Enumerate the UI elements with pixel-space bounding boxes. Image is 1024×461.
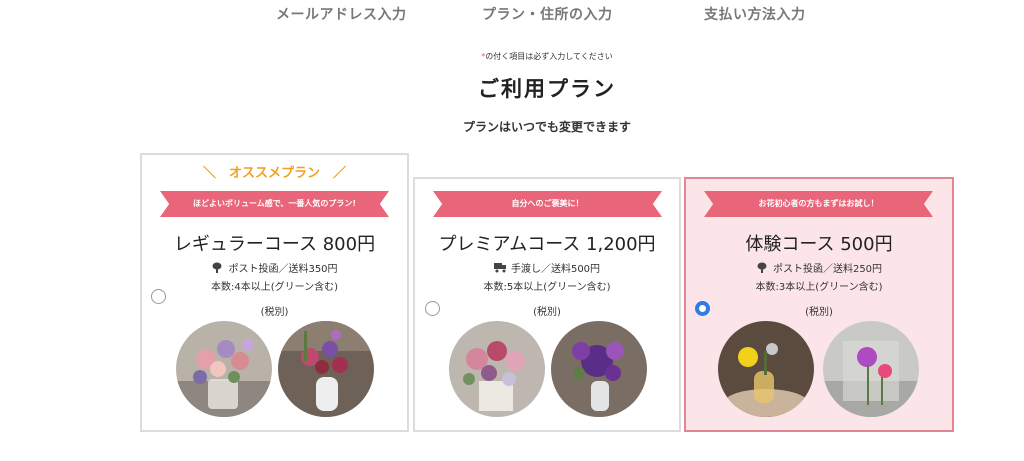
required-note: *の付く項目は必ず入力してください — [0, 51, 1024, 62]
plan-shipping-text: 手渡し／送料500円 — [510, 264, 601, 275]
plan-shipping-text: ポスト投函／送料250円 — [772, 264, 883, 275]
step-email: メールアドレス入力 — [276, 7, 407, 23]
plan-card-premium[interactable]: 自分へのご褒美に！ プレミアムコース 1,200円 手渡し／送料500円 本数:… — [413, 177, 681, 432]
plan-name: 体験コース 500円 — [745, 234, 893, 255]
plan-shipping: ポスト投函／送料250円 — [686, 260, 952, 275]
bouquet-photo — [176, 321, 272, 417]
required-note-text: の付く項目は必ず入力してください — [485, 52, 613, 61]
plan-name: プレミアムコース 1,200円 — [438, 234, 656, 255]
plan-tax: (税別) — [805, 307, 833, 318]
plan-card-trial[interactable]: お花初心者の方もまずはお試し！ 体験コース 500円 ポスト投函／送料250円 … — [684, 177, 954, 432]
plan-ribbon: お花初心者の方もまずはお試し！ — [704, 191, 933, 217]
step-plan-address: プラン・住所の入力 — [482, 7, 613, 23]
plan-radio-regular[interactable] — [151, 289, 166, 304]
plan-card-regular[interactable]: ＼ オススメプラン ／ ほどよいボリューム感で、一番人気のプラン! レギュラーコ… — [140, 153, 409, 432]
post-icon — [212, 262, 222, 273]
plan-stems: 本数:4本以上(グリーン含む) — [210, 282, 339, 293]
plan-name: レギュラーコース 800円 — [173, 234, 376, 255]
plan-tax: (税別) — [260, 307, 289, 318]
page-subtitle: プランはいつでも変更できます — [462, 120, 631, 134]
plan-shipping-text: ポスト投函／送料350円 — [228, 264, 338, 275]
bouquet-photo — [718, 321, 814, 417]
truck-icon — [493, 263, 506, 273]
bouquet-photo — [823, 321, 919, 417]
plan-stems: 本数:3本以上(グリーン含む) — [755, 282, 883, 293]
bouquet-photo — [449, 321, 545, 417]
post-icon — [757, 262, 767, 273]
page-title: ご利用プラン — [478, 77, 616, 101]
progress-steps: メールアドレス入力 プラン・住所の入力 支払い方法入力 — [0, 4, 1024, 26]
bouquet-photo — [551, 321, 647, 417]
plan-shipping: ポスト投函／送料350円 — [142, 260, 407, 275]
step-payment: 支払い方法入力 — [704, 7, 806, 23]
plan-ribbon: 自分へのご褒美に！ — [433, 191, 662, 217]
plan-shipping: 手渡し／送料500円 — [415, 260, 679, 275]
plan-tax: (税別) — [533, 307, 561, 318]
bouquet-photo — [278, 321, 374, 417]
recommend-label: ＼ オススメプラン ／ — [202, 166, 346, 181]
plan-stems: 本数:5本以上(グリーン含む) — [483, 282, 611, 293]
plan-ribbon: ほどよいボリューム感で、一番人気のプラン! — [160, 191, 389, 217]
